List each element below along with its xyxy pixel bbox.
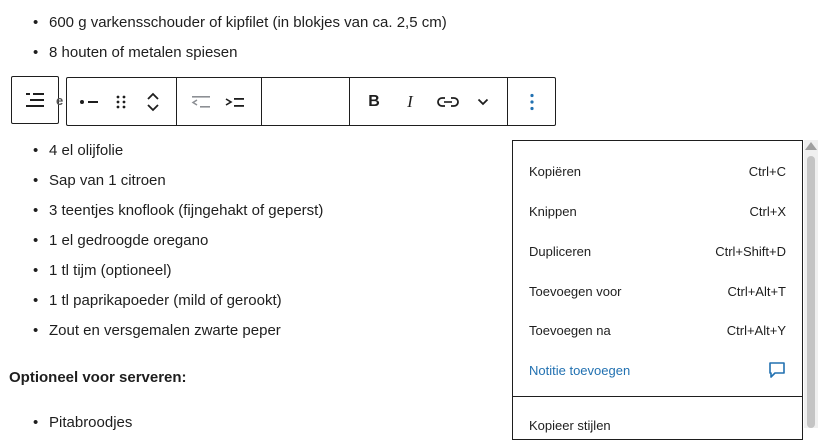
list-item[interactable]: • Pitabroodjes: [0, 408, 132, 438]
indent-icon: [225, 97, 244, 107]
scroll-up-arrow-icon[interactable]: [805, 142, 817, 150]
menu-item-shortcut: Ctrl+C: [748, 163, 786, 179]
menu-item-copy[interactable]: Kopiëren Ctrl+C: [529, 151, 786, 191]
menu-item-copy-styles[interactable]: Kopieer stijlen: [529, 405, 786, 445]
more-formats-button[interactable]: [473, 78, 493, 125]
menu-item-shortcut: Ctrl+Alt+Y: [726, 322, 786, 338]
list-item-text: 600 g varkensschouder of kipfilet (in bl…: [49, 14, 447, 31]
scrollbar-thumb[interactable]: [807, 156, 815, 428]
ingredient-list: • 4 el olijfolie • Sap van 1 citroen • 3 te…: [0, 136, 323, 346]
list-item[interactable]: • 8 houten of metalen spiesen: [0, 38, 447, 68]
list-item[interactable]: • 1 tl paprikapoeder (mild of gerookt): [0, 286, 323, 316]
move-up-down-button[interactable]: [141, 78, 165, 125]
menu-item-shortcut: Ctrl+Alt+T: [727, 283, 786, 299]
options-button[interactable]: [521, 78, 543, 125]
menu-item-insert-before[interactable]: Toevoegen voor Ctrl+Alt+T: [529, 271, 786, 311]
menu-item-label: Toevoegen na: [529, 322, 611, 338]
unordered-list-icon: [80, 99, 98, 104]
list-item-text: 1 tl paprikapoeder (mild of gerookt): [49, 292, 282, 309]
list-item-text: 8 houten of metalen spiesen: [49, 44, 238, 61]
menu-item-label: Notitie toevoegen: [529, 362, 631, 378]
list-item-text: 1 tl tijm (optioneel): [49, 262, 172, 279]
list-item[interactable]: • 600 g varkensschouder of kipfilet (in b…: [0, 8, 447, 38]
list-item-text: Sap van 1 citroen: [49, 172, 166, 189]
list-item[interactable]: • Zout en versgemalen zwarte peper: [0, 316, 323, 346]
chevron-down-icon: [477, 98, 489, 105]
menu-item-label: Kopiëren: [529, 163, 582, 179]
bullet: •: [33, 202, 39, 219]
menu-item-label: Dupliceren: [529, 243, 592, 259]
bullet: •: [33, 232, 39, 249]
block-toolbar: B I: [66, 77, 556, 126]
link-button[interactable]: [435, 78, 461, 125]
menu-item-shortcut: Ctrl+Shift+D: [715, 243, 786, 259]
bold-button[interactable]: B: [363, 78, 385, 125]
list-item[interactable]: • 4 el olijfolie: [0, 136, 323, 166]
block-options-menu: Kopiëren Ctrl+C Knippen Ctrl+X Duplicere…: [512, 140, 803, 440]
menu-item-duplicate[interactable]: Dupliceren Ctrl+Shift+D: [529, 231, 786, 271]
move-up-down-icon: [147, 92, 159, 111]
bullet: •: [33, 292, 39, 309]
bullet-style-button[interactable]: [77, 78, 101, 125]
indent-button[interactable]: [223, 78, 247, 125]
list-item-text: Zout en versgemalen zwarte peper: [49, 322, 281, 339]
menu-item-cut[interactable]: Knippen Ctrl+X: [529, 191, 786, 231]
more-vertical-icon: [530, 93, 534, 110]
italic-button[interactable]: I: [400, 78, 420, 125]
outdent-button[interactable]: [189, 78, 213, 125]
list-item[interactable]: • 1 tl tijm (optioneel): [0, 256, 323, 286]
list-item-text: Pitabroodjes: [49, 414, 133, 431]
bullet: •: [33, 172, 39, 189]
bullet: •: [33, 322, 39, 339]
bullet: •: [33, 262, 39, 279]
bullet: •: [33, 14, 39, 31]
block-type-button[interactable]: [11, 76, 59, 124]
ingredient-list-top: • 600 g varkensschouder of kipfilet (in b…: [0, 8, 447, 68]
outdent-icon: [191, 95, 210, 108]
menu-item-add-note[interactable]: Notitie toevoegen: [529, 350, 786, 390]
bullet: •: [33, 414, 39, 431]
bullet: •: [33, 44, 39, 61]
menu-item-insert-after[interactable]: Toevoegen na Ctrl+Alt+Y: [529, 310, 786, 350]
link-icon: [437, 96, 459, 107]
drag-handle-icon: [116, 95, 126, 108]
comment-icon: [769, 362, 785, 378]
menu-item-label: Kopieer stijlen: [529, 417, 611, 433]
list-item-text: 4 el olijfolie: [49, 142, 124, 159]
list-item-text: 1 el gedroogde oregano: [49, 232, 209, 249]
menu-item-label: Toevoegen voor: [529, 283, 622, 299]
bullet: •: [33, 142, 39, 159]
serving-list: • Pitabroodjes: [0, 408, 132, 438]
list-item[interactable]: • 1 el gedroogde oregano: [0, 226, 323, 256]
menu-item-shortcut: Ctrl+X: [749, 203, 786, 219]
obscured-text: e: [56, 93, 64, 108]
list-icon: [26, 93, 44, 107]
menu-divider: [513, 396, 802, 397]
section-heading[interactable]: Optioneel voor serveren:: [9, 367, 187, 389]
menu-item-label: Knippen: [529, 203, 577, 219]
drag-handle[interactable]: [111, 78, 131, 125]
list-item[interactable]: • Sap van 1 citroen: [0, 166, 323, 196]
list-item[interactable]: • 3 teentjes knoflook (fijngehakt of gepe…: [0, 196, 323, 226]
list-item-text: 3 teentjes knoflook (fijngehakt of geper…: [49, 202, 324, 219]
